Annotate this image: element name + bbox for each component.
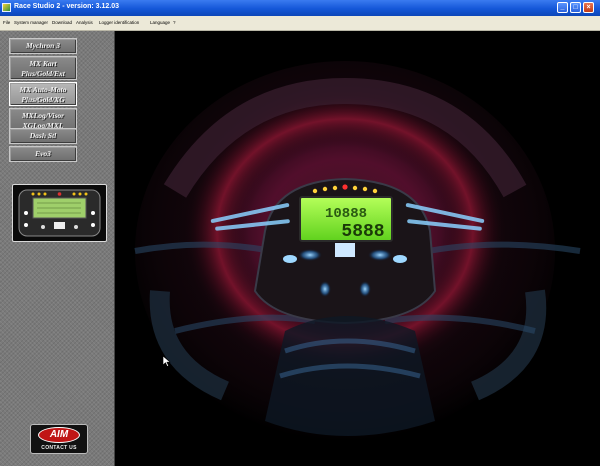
mouse-pointer-icon: [163, 356, 171, 367]
evo3-label: Evo3: [35, 149, 51, 158]
sidebar: Mychron 3 MX Kart Plus/Gold/Ext MX Auto-…: [0, 31, 115, 466]
mx-kart-label-line1: MX Kart: [29, 59, 57, 68]
title-bar: Race Studio 2 - version: 3.12.03 _ □ ×: [0, 0, 600, 16]
mx-auto-moto-label-line2: Plus/Gold/XG: [21, 95, 65, 104]
dash-preview-image: [12, 184, 107, 242]
contact-us-logo[interactable]: AIM CONTACT US: [30, 424, 88, 454]
maximize-button[interactable]: □: [570, 2, 581, 13]
app-icon: [2, 3, 11, 12]
minimize-button[interactable]: _: [557, 2, 568, 13]
dash-preview-graphic: [18, 189, 101, 237]
window-title: Race Studio 2 - version: 3.12.03: [14, 3, 120, 10]
menu-bar: File System manager Download Analysis Lo…: [0, 16, 600, 31]
menu-system-manager[interactable]: System manager: [14, 20, 48, 25]
menu-file[interactable]: File: [3, 20, 10, 25]
evo3-button[interactable]: Evo3: [9, 146, 77, 162]
mychron3-label: Mychron 3: [26, 41, 60, 50]
dash-stl-button[interactable]: Dash Stl: [9, 128, 77, 144]
lcd-top-digits: 10888: [325, 206, 367, 222]
aim-logo: AIM: [38, 427, 80, 443]
splash-view: 10888 5888: [115, 31, 600, 466]
dash-stl-label: Dash Stl: [29, 131, 57, 140]
lcd-digits: 5888: [341, 222, 384, 242]
contact-us-label: CONTACT US: [41, 445, 77, 451]
mychron3-button[interactable]: Mychron 3: [9, 38, 77, 54]
mxlog-visor-label-line1: MXLog/Visor: [21, 111, 65, 120]
mx-kart-label-line2: Plus/Gold/Ext: [21, 69, 65, 78]
menu-language[interactable]: Language: [150, 20, 170, 25]
dashboard-splash-image: 10888 5888: [115, 31, 600, 466]
mx-kart-button[interactable]: MX Kart Plus/Gold/Ext: [9, 56, 77, 80]
menu-help[interactable]: ?: [173, 20, 176, 25]
mx-auto-moto-label-line1: MX Auto-Moto: [19, 85, 67, 94]
close-button[interactable]: ×: [583, 2, 594, 13]
menu-logger-identification[interactable]: Logger identification: [99, 20, 139, 25]
menu-analysis[interactable]: Analysis: [76, 20, 93, 25]
mx-auto-moto-button[interactable]: MX Auto-Moto Plus/Gold/XG: [9, 82, 77, 106]
menu-download[interactable]: Download: [52, 20, 72, 25]
